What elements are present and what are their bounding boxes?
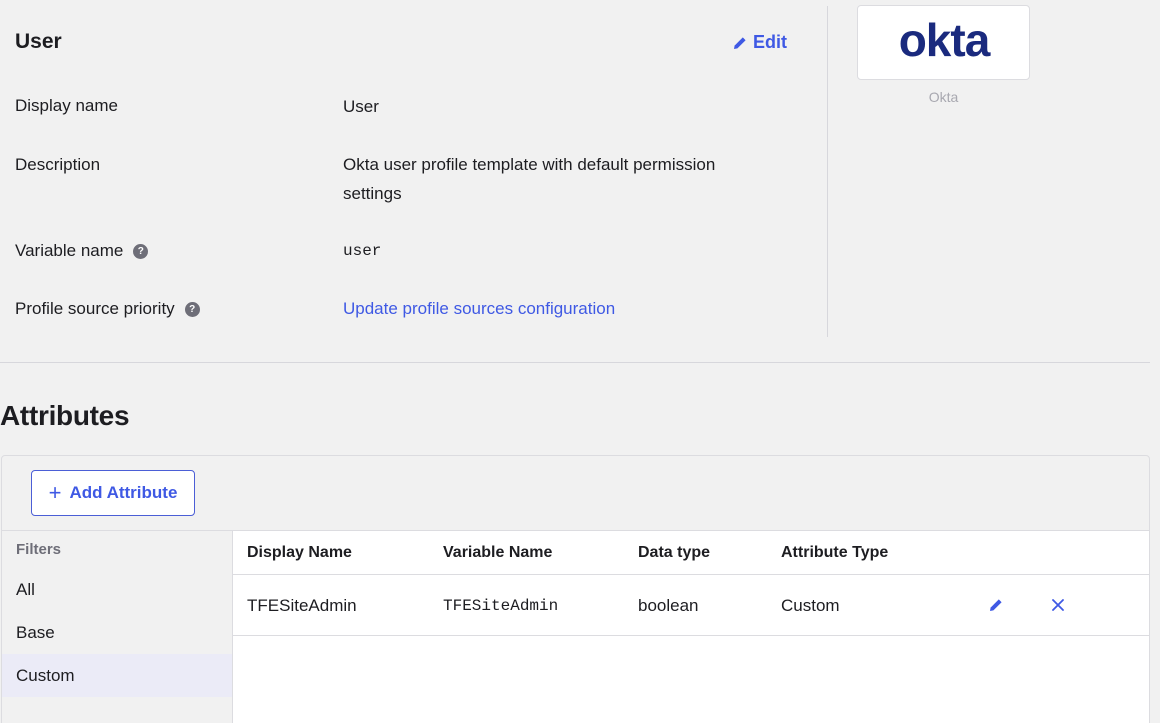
attributes-heading: Attributes <box>0 400 130 431</box>
app-logo: okta <box>857 5 1030 80</box>
variable-name-label-row: Variable name ? <box>15 241 149 261</box>
table-row: TFESiteAdmin TFESiteAdmin boolean Custom <box>233 575 1149 636</box>
profile-title: User <box>15 30 62 53</box>
column-header-data-type[interactable]: Data type <box>638 544 710 562</box>
edit-attribute-button[interactable] <box>986 595 1006 615</box>
profile-source-priority-label: Profile source priority <box>15 299 175 318</box>
column-header-variable-name[interactable]: Variable Name <box>443 544 552 562</box>
plus-icon: + <box>48 480 62 505</box>
filters-sidebar: Filters All Base Custom <box>2 531 232 723</box>
attributes-table: Display Name Variable Name Data type Att… <box>233 531 1149 723</box>
profile-editor-page: User Edit Display name User Description … <box>0 0 1160 723</box>
pencil-icon <box>990 599 1002 611</box>
display-name-value: User <box>343 97 379 116</box>
add-attribute-label: Add Attribute <box>69 483 178 502</box>
filter-base[interactable]: Base <box>2 611 232 654</box>
delete-attribute-button[interactable] <box>1048 595 1068 615</box>
column-header-display-name[interactable]: Display Name <box>247 544 352 562</box>
vertical-divider <box>827 6 828 337</box>
logo-caption: Okta <box>928 89 959 105</box>
section-divider <box>0 362 1150 363</box>
variable-name-value: user <box>343 242 382 260</box>
table-header: Display Name Variable Name Data type Att… <box>233 531 1149 575</box>
okta-logo-icon: okta <box>898 21 991 65</box>
description-value: Okta user profile template with default … <box>343 155 716 203</box>
profile-details-card: User Edit Display name User Description … <box>0 0 828 338</box>
cell-data-type: boolean <box>638 596 699 615</box>
pencil-icon <box>734 36 746 49</box>
filters-title: Filters <box>16 541 62 558</box>
question-circle-icon[interactable]: ? <box>133 243 149 259</box>
profile-source-label-row: Profile source priority ? <box>15 299 200 319</box>
column-header-attribute-type[interactable]: Attribute Type <box>781 544 888 562</box>
add-attribute-button[interactable]: + Add Attribute <box>31 470 195 516</box>
edit-label: Edit <box>753 32 787 52</box>
close-icon <box>1052 599 1064 611</box>
filter-all[interactable]: All <box>2 568 232 611</box>
update-profile-sources-link[interactable]: Update profile sources configuration <box>343 294 763 323</box>
description-label: Description <box>15 155 101 174</box>
cell-display-name: TFESiteAdmin <box>247 596 357 615</box>
display-name-label: Display name <box>15 96 118 115</box>
variable-name-label: Variable name <box>15 241 124 260</box>
filter-custom[interactable]: Custom <box>2 654 232 697</box>
edit-profile-button[interactable]: Edit <box>733 32 787 53</box>
cell-attribute-type: Custom <box>781 596 840 615</box>
cell-variable-name: TFESiteAdmin <box>443 597 559 615</box>
svg-text:okta: okta <box>898 21 990 65</box>
question-circle-icon[interactable]: ? <box>184 301 200 317</box>
attributes-panel: + Add Attribute Filters All Base Custom … <box>1 455 1150 723</box>
